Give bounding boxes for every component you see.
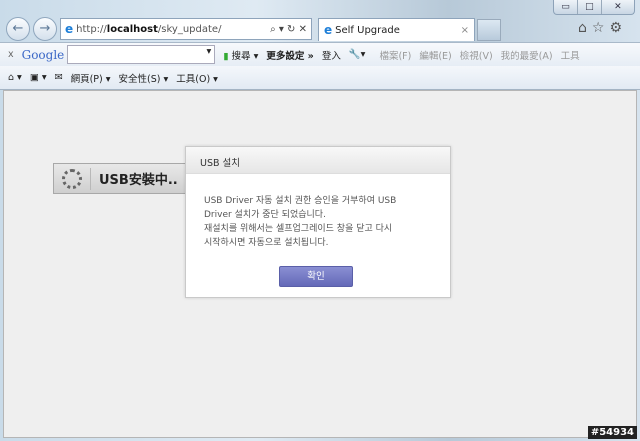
menu-tools[interactable]: 工具	[561, 48, 580, 62]
google-toolbar: x Google ▾ ▮ 搜尋 ▾ 更多設定 » 登入 🔧▾ 檔案(F) 編輯(…	[0, 42, 640, 66]
sign-in-link[interactable]: 登入	[322, 48, 341, 62]
watermark: #54934	[587, 426, 637, 439]
close-tab-icon[interactable]: ×	[461, 25, 469, 36]
menu-file[interactable]: 檔案(F)	[379, 48, 411, 62]
search-refresh-stop-icons[interactable]: ⌕ ▾ ↻ ✕	[270, 24, 307, 35]
ok-button[interactable]: 확인	[279, 266, 353, 287]
close-toolbar-icon[interactable]: x	[8, 49, 14, 60]
window-controls: ▭ □ ✕	[553, 0, 635, 15]
dialog-message: USB Driver 자동 설치 권한 승인을 거부하여 USB Driver …	[186, 174, 450, 250]
tab-self-upgrade[interactable]: e Self Upgrade ×	[318, 18, 475, 41]
home-icon[interactable]: ⌂ ▾	[8, 72, 22, 83]
ie-icon: e	[324, 23, 333, 37]
mail-icon[interactable]: ✉	[55, 72, 63, 83]
url-path: /sky_update/	[157, 23, 222, 35]
spinner-icon	[62, 168, 82, 189]
wrench-icon[interactable]: 🔧▾	[349, 49, 366, 60]
close-window-button[interactable]: ✕	[602, 0, 634, 14]
tools-menu[interactable]: 工具(O) ▾	[176, 71, 218, 85]
google-search-input[interactable]: ▾	[67, 45, 216, 64]
forward-button[interactable]: →	[33, 17, 57, 41]
tab-title: Self Upgrade	[335, 24, 400, 36]
message-line: 시작하시면 자동으로 설치됩니다.	[204, 238, 329, 248]
divider	[90, 167, 91, 190]
menu-view[interactable]: 檢視(V)	[460, 48, 493, 62]
usb-install-dialog: USB 설치 USB Driver 자동 설치 권한 승인을 거부하여 USB …	[185, 146, 451, 298]
maximize-button[interactable]: □	[578, 0, 602, 14]
menu-favorites[interactable]: 我的最愛(A)	[501, 48, 553, 62]
ie-icon: e	[65, 22, 74, 36]
back-button[interactable]: ←	[6, 17, 30, 41]
safety-menu[interactable]: 安全性(S) ▾	[119, 71, 169, 85]
url-prefix: http://	[76, 23, 107, 35]
menu-edit[interactable]: 編輯(E)	[419, 48, 451, 62]
page-menu[interactable]: 網頁(P) ▾	[71, 71, 111, 85]
command-bar: ⌂ ▾ ▣ ▾ ✉ 網頁(P) ▾ 安全性(S) ▾ 工具(O) ▾	[0, 66, 640, 90]
rss-icon[interactable]: ▣ ▾	[30, 72, 47, 83]
more-settings-link[interactable]: 更多設定 »	[266, 48, 313, 62]
home-favorites-tools-icons[interactable]: ⌂☆⚙	[578, 20, 627, 36]
message-line: 재설치를 위해서는 셀프업그레이드 창을 닫고 다시	[204, 224, 393, 234]
google-search-button[interactable]: ▮ 搜尋 ▾	[223, 48, 258, 62]
address-bar[interactable]: e http://localhost/sky_update/ ⌕ ▾ ↻ ✕	[60, 18, 312, 40]
loading-label: USB安裝中..	[99, 173, 178, 188]
new-tab-button[interactable]	[477, 19, 501, 41]
google-logo: Google	[21, 47, 65, 62]
dialog-title: USB 설치	[186, 147, 450, 174]
message-line: Driver 설치가 중단 되었습니다.	[204, 210, 326, 220]
usb-loading-box: USB安裝中..	[53, 163, 193, 194]
url-host: localhost	[106, 23, 158, 35]
message-line: USB Driver 자동 설치 권한 승인을 거부하여 USB	[204, 196, 397, 206]
minimize-button[interactable]: ▭	[554, 0, 578, 14]
